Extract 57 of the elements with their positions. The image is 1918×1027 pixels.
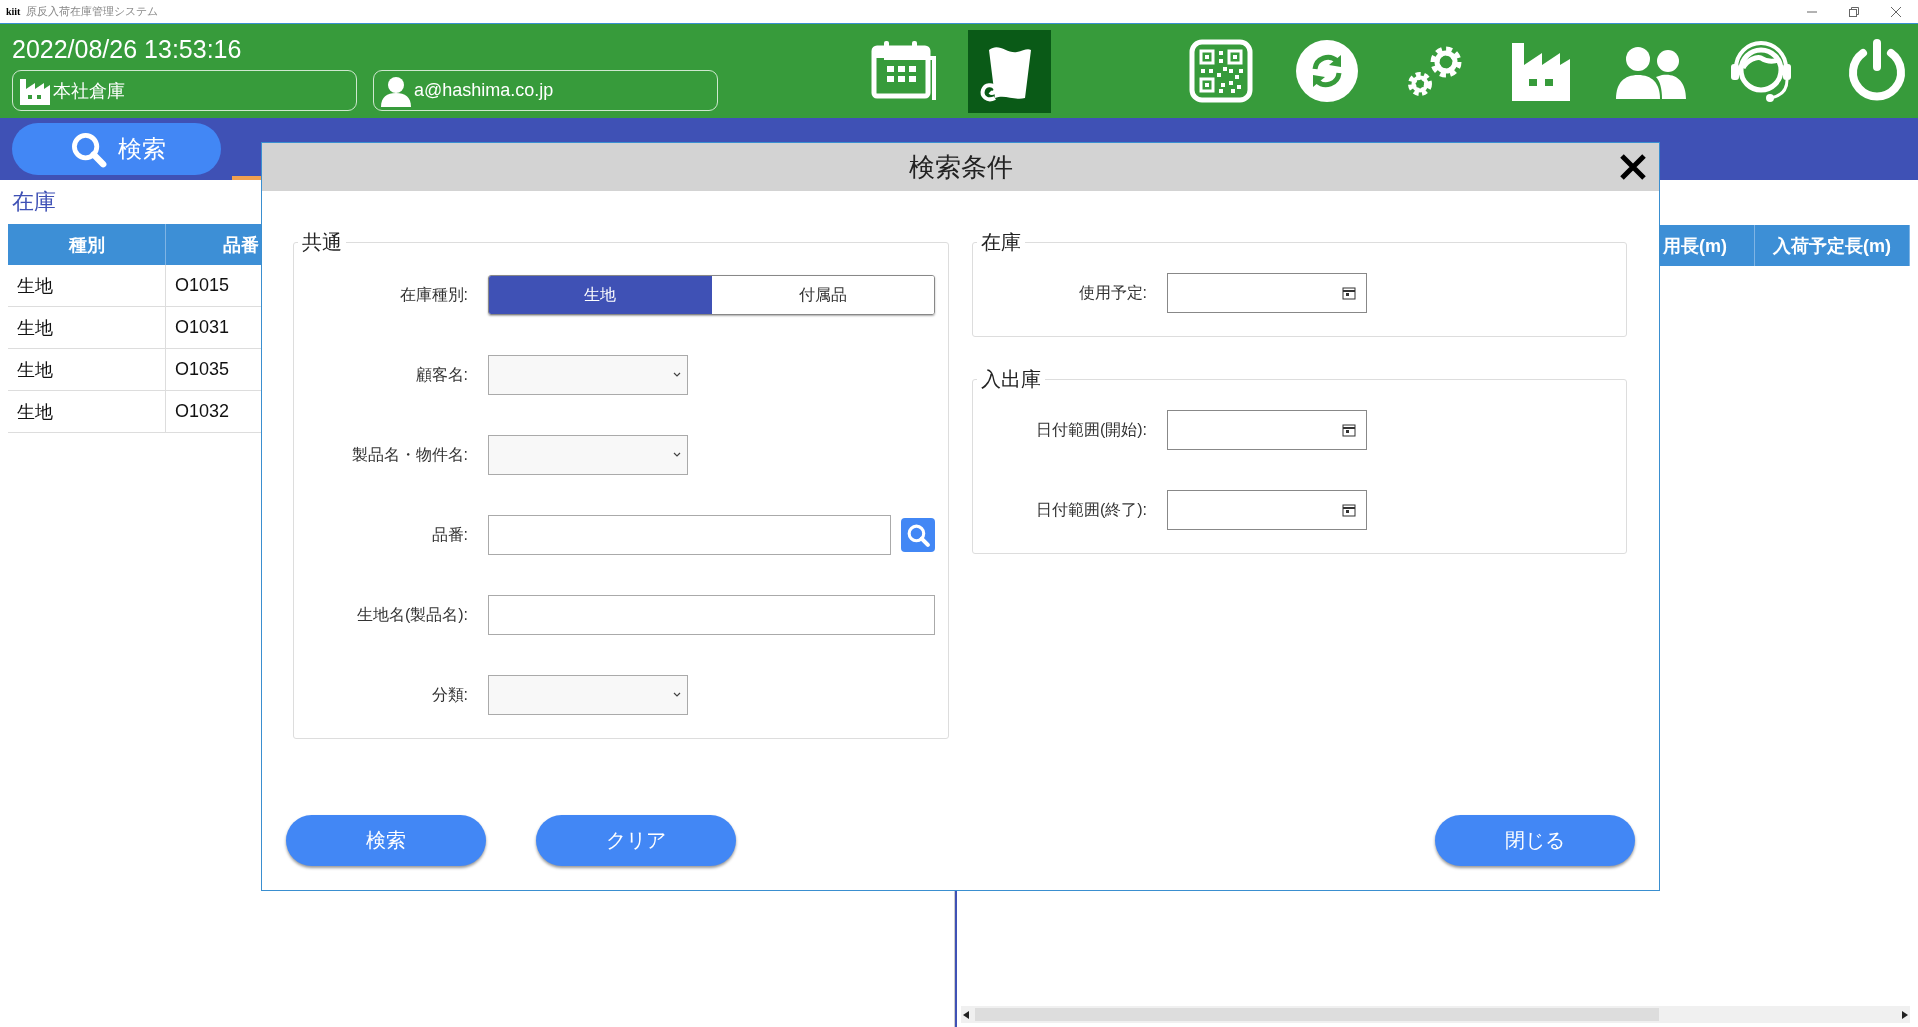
date-field[interactable] (1167, 490, 1367, 530)
field-label: 在庫種別: (398, 284, 468, 305)
input-field[interactable] (488, 595, 935, 635)
column-header: 種別 (8, 224, 166, 265)
close-icon[interactable] (1890, 5, 1902, 18)
field-label: 品番: (430, 524, 468, 545)
qr-code-icon (1189, 39, 1253, 103)
group-title: 在庫 (980, 230, 1022, 255)
table-cell: 生地 (8, 307, 166, 348)
horizontal-scrollbar[interactable] (961, 1006, 1910, 1023)
table-cell: 生地 (8, 265, 166, 306)
calendar-icon (1342, 286, 1356, 300)
dialog-title: 検索条件 (908, 150, 1013, 184)
chevron-icon (673, 372, 681, 378)
warehouse-name: 本社倉庫 (53, 79, 125, 103)
date-field[interactable] (1167, 273, 1367, 313)
scroll-left-icon (961, 1010, 971, 1019)
column-header: 入荷予定長(m) (1755, 225, 1910, 266)
field-label: 日付範囲(開始): (1034, 419, 1147, 440)
chevron-icon (673, 692, 681, 698)
fabric-button[interactable] (968, 29, 1051, 113)
search-button[interactable]: 検索 (12, 123, 221, 175)
user-icon (380, 74, 412, 107)
dialog-button[interactable]: クリア (536, 815, 736, 866)
date-time: 2022/08/26 13:53:16 (12, 34, 243, 64)
panel-title: 在庫 (11, 188, 57, 216)
field-label: 顧客名: (414, 364, 468, 385)
dropdown[interactable] (488, 435, 688, 475)
field-label: 製品名・物件名: (350, 444, 468, 465)
date-field[interactable] (1167, 410, 1367, 450)
app-logo: kiit (6, 6, 21, 17)
dropdown[interactable] (488, 675, 688, 715)
calendar-icon (1342, 503, 1356, 517)
restore-icon[interactable] (1848, 5, 1860, 18)
field-label: 日付範囲(終了): (1034, 499, 1147, 520)
input-field[interactable] (488, 515, 891, 555)
window-title: 原反入荷在庫管理システム (26, 4, 159, 19)
headset-icon (1729, 38, 1793, 104)
dialog-button[interactable]: 閉じる (1435, 815, 1635, 866)
user-email: a@hashima.co.jp (414, 80, 554, 101)
scroll-right-icon (1900, 1010, 1910, 1019)
calendar-icon (1342, 423, 1356, 437)
chevron-icon (673, 452, 681, 458)
dropdown[interactable] (488, 355, 688, 395)
close-icon[interactable] (1619, 153, 1647, 181)
toggle-option[interactable]: 生地 (489, 276, 712, 314)
table-cell: 生地 (8, 349, 166, 390)
refresh-icon (1295, 39, 1359, 103)
field-label: 使用予定: (1077, 282, 1147, 303)
group-title: 入出庫 (980, 367, 1042, 392)
field-label: 分類: (430, 684, 468, 705)
field-label: 生地名(製品名): (355, 604, 468, 625)
table-cell: 生地 (8, 391, 166, 432)
toggle-option[interactable]: 付属品 (711, 276, 934, 314)
search-icon (905, 522, 931, 548)
search-button[interactable] (901, 518, 935, 552)
dialog-button[interactable]: 検索 (286, 815, 486, 866)
